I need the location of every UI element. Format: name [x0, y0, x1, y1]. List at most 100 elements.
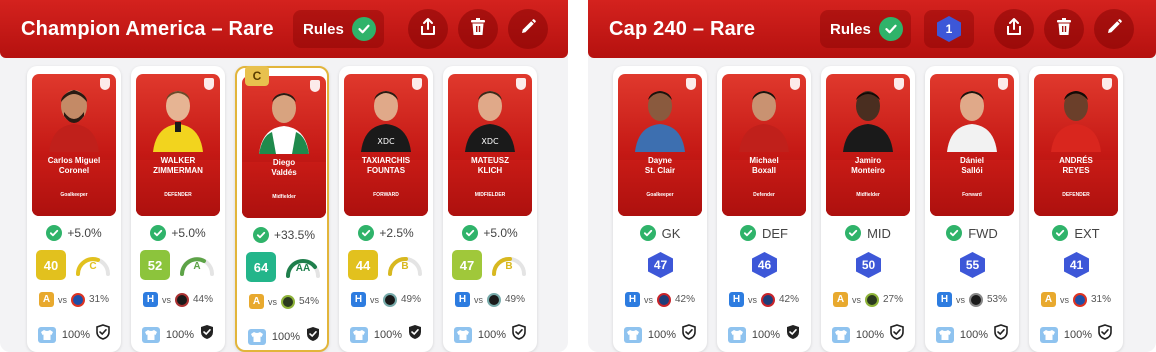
shirt-icon [1039, 326, 1058, 343]
cap-score: 47 [648, 252, 673, 278]
player-card-art: Dániel Sallói Forward [930, 74, 1014, 216]
shield-check-icon [306, 326, 320, 347]
pencil-icon [1105, 18, 1123, 41]
vs-label: vs [57, 294, 67, 305]
check-icon [462, 225, 479, 241]
vs-label: vs [1059, 294, 1069, 305]
player-position: Forward [962, 192, 982, 198]
player-card[interactable]: Dániel Sallói Forward FWD 55 Hvs 53% 100% [925, 66, 1019, 352]
shirt-icon [831, 326, 850, 343]
player-name: Michael Boxall [749, 156, 779, 175]
matchup-percent: 27% [882, 294, 903, 305]
lineup-probability: 100% [271, 330, 301, 343]
player-photo [947, 91, 997, 152]
grade-gauge: B [386, 253, 424, 277]
lineup-cards: Carlos Miguel Coronel Goalkeeper +5.0% 4… [0, 66, 568, 352]
player-card-art: Dayne St. Clair Goalkeeper [618, 74, 702, 216]
lineup-probability: 100% [373, 328, 403, 341]
slot-position: EXT [1074, 225, 1100, 241]
rules-button[interactable]: Rules [820, 10, 911, 48]
player-card-art: Jamiro Monteiro Midfielder [826, 74, 910, 216]
grade-gauge: A [178, 253, 216, 277]
player-card[interactable]: ANDRÉS REYES DEFENDER EXT 41 Avs 31% 100% [1029, 66, 1123, 352]
shield-check-icon [1098, 324, 1112, 345]
share-button[interactable] [408, 9, 448, 49]
matchup-percent: 53% [986, 294, 1007, 305]
player-position: Goalkeeper [646, 192, 674, 198]
slot-position: FWD [968, 225, 998, 241]
cap-score: 41 [1064, 252, 1089, 278]
matchup-percent: 42% [778, 294, 799, 305]
player-card[interactable]: XDC MATEUSZ KLICH MIDFIELDER +5.0% 47 B H… [443, 66, 537, 352]
matchup-percent: 31% [88, 294, 109, 305]
player-card[interactable]: Dayne St. Clair Goalkeeper GK 47 Hvs 42% … [613, 66, 707, 352]
player-photo [49, 90, 99, 152]
player-name: Dayne St. Clair [644, 156, 676, 175]
check-icon [946, 225, 963, 241]
player-card-captain[interactable]: C Diego Valdés Midfielder +33.5% 64 AA Av… [235, 66, 329, 352]
player-position: FORWARD [373, 192, 399, 198]
lineup-probability: 100% [751, 328, 781, 341]
player-card[interactable]: Carlos Miguel Coronel Goalkeeper +5.0% 4… [27, 66, 121, 352]
check-icon [46, 225, 63, 241]
shirt-icon [623, 326, 642, 343]
player-card[interactable]: XDC TAXIARCHIS FOUNTAS FORWARD +2.5% 44 B… [339, 66, 433, 352]
lineup-count-badge[interactable]: 1 [924, 10, 974, 48]
opponent-logo-icon [760, 292, 775, 307]
player-card-art: WALKER ZIMMERMAN DEFENDER [136, 74, 220, 216]
rules-label: Rules [830, 20, 871, 38]
player-position: MIDFIELDER [474, 192, 506, 198]
delete-button[interactable] [458, 9, 498, 49]
captain-badge: C [245, 66, 269, 86]
slot-position: DEF [762, 225, 788, 241]
player-card[interactable]: WALKER ZIMMERMAN DEFENDER +5.0% 52 A Hvs 4… [131, 66, 225, 352]
opponent-logo-icon [1072, 292, 1087, 307]
player-card[interactable]: Jamiro Monteiro Midfielder MID 50 Avs 27%… [821, 66, 915, 352]
check-icon [358, 225, 375, 241]
venue-tag: A [38, 292, 54, 307]
edit-button[interactable] [508, 9, 548, 49]
player-photo [259, 93, 309, 154]
shield-check-icon [682, 324, 696, 345]
vs-label: vs [267, 296, 277, 307]
venue-tag: H [728, 292, 744, 307]
lineup-probability: 100% [959, 328, 989, 341]
player-position: DEFENDER [164, 192, 192, 198]
player-card-art: Michael Boxall Defender [722, 74, 806, 216]
player-photo [1051, 91, 1101, 152]
pencil-icon [519, 18, 537, 41]
venue-tag: H [624, 292, 640, 307]
trash-icon [1055, 17, 1073, 42]
opponent-logo-icon [864, 292, 879, 307]
bonus-percent: +5.0% [171, 226, 206, 240]
player-card[interactable]: Michael Boxall Defender DEF 46 Hvs 42% 10… [717, 66, 811, 352]
rules-button[interactable]: Rules [293, 10, 384, 48]
vs-label: vs [473, 294, 483, 305]
delete-button[interactable] [1044, 9, 1084, 49]
venue-tag: H [936, 292, 952, 307]
grade-label: AA [295, 263, 311, 274]
matchup-percent: 54% [298, 296, 319, 307]
player-name: ANDRÉS REYES [1059, 156, 1093, 175]
share-button[interactable] [994, 9, 1034, 49]
lineup-probability: 100% [61, 328, 91, 341]
shirt-icon [727, 326, 746, 343]
edit-button[interactable] [1094, 9, 1134, 49]
player-position: Midfielder [856, 192, 880, 198]
opponent-logo-icon [968, 292, 983, 307]
player-position: Defender [753, 192, 775, 198]
player-card-art: XDC MATEUSZ KLICH MIDFIELDER [448, 74, 532, 216]
opponent-logo-icon [280, 294, 295, 309]
opponent-logo-icon [70, 292, 85, 307]
panel-header: Cap 240 – Rare Rules 1 [588, 0, 1156, 58]
grade-label: A [193, 261, 201, 272]
player-card-art: XDC TAXIARCHIS FOUNTAS FORWARD [344, 74, 428, 216]
shield-check-icon [994, 324, 1008, 345]
cap-score: 46 [752, 252, 777, 278]
player-photo [739, 91, 789, 152]
slot-position: MID [867, 225, 891, 241]
vs-label: vs [369, 294, 379, 305]
player-name: WALKER ZIMMERMAN [153, 156, 203, 175]
lineup-probability: 100% [647, 328, 677, 341]
bonus-percent: +5.0% [483, 226, 518, 240]
